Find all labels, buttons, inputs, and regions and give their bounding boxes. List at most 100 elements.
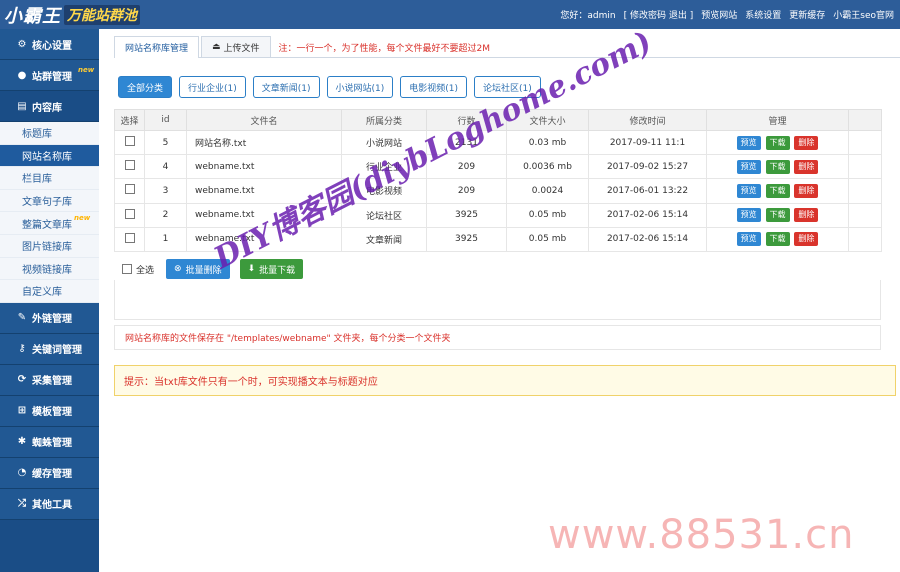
cell-id: 3 (144, 178, 187, 204)
download-button[interactable]: 下载 (765, 135, 790, 150)
tab-bar: 网站名称库管理 ⏏ 上传文件 注：一行一个，为了性能，每个文件最好不要超过2M (114, 36, 900, 58)
col-filename: 文件名 (186, 109, 342, 131)
sidebar-item-label: 站群管理 (32, 71, 72, 83)
tab-site-name-manage[interactable]: 网站名称库管理 (114, 36, 200, 58)
logo[interactable]: 小霸王 万能站群池 (0, 0, 190, 29)
select-all-checkbox[interactable] (122, 264, 132, 274)
row-checkbox[interactable] (124, 208, 135, 219)
sidebar-item-core-settings[interactable]: ⚙ 核心设置 (0, 29, 99, 60)
category-video[interactable]: 电影视频(1) (400, 76, 468, 98)
update-cache-link[interactable]: 更新缓存 (789, 8, 825, 21)
sidebar-item-site-group[interactable]: ● 站群管理 new (0, 60, 99, 91)
col-manage: 管理 (706, 109, 849, 131)
delete-button[interactable]: 删除 (794, 135, 819, 150)
sidebar-item-collect[interactable]: ⟳ 采集管理 (0, 364, 99, 396)
sidebar-subitem-site-name-library[interactable]: 网站名称库 (0, 144, 99, 168)
cell-category: 电影视频 (341, 178, 427, 204)
cell-filename: webname.txt (186, 178, 342, 204)
bulk-download-label: 批量下载 (259, 265, 296, 276)
preview-button[interactable]: 预览 (736, 208, 761, 223)
sidebar-item-label: 缓存管理 (32, 469, 72, 481)
preview-site-link[interactable]: 预览网站 (701, 8, 737, 21)
sidebar-subitem-image-link-library[interactable]: 图片链接库 (0, 234, 99, 258)
sidebar-subitem-custom-library[interactable]: 自定义库 (0, 280, 99, 303)
tab-upload-file[interactable]: ⏏ 上传文件 (201, 36, 271, 57)
sidebar-item-keywords[interactable]: ⚷ 关键词管理 (0, 333, 99, 365)
category-news[interactable]: 文章新闻(1) (252, 76, 320, 98)
sidebar-item-cache[interactable]: ◔ 缓存管理 (0, 457, 99, 489)
sidebar-item-label: 其他工具 (32, 500, 72, 512)
preview-button[interactable]: 预览 (736, 183, 761, 198)
bulk-download-button[interactable]: ⬇ 批量下载 (239, 259, 304, 279)
system-settings-link[interactable]: 系统设置 (745, 8, 781, 21)
col-lines: 行数 (426, 109, 507, 131)
delete-button[interactable]: 删除 (794, 208, 819, 223)
storage-info: 网站名称库的文件保存在 "/templates/webname" 文件夹，每个分… (114, 325, 881, 350)
sidebar-item-spider[interactable]: ✱ 蜘蛛管理 (0, 426, 99, 458)
download-button[interactable]: 下载 (765, 183, 790, 198)
download-button[interactable]: 下载 (765, 208, 790, 223)
download-button[interactable]: 下载 (765, 232, 790, 247)
download-button[interactable]: 下载 (765, 159, 790, 174)
delete-button[interactable]: 删除 (794, 232, 819, 247)
row-checkbox[interactable] (124, 232, 135, 243)
row-checkbox[interactable] (124, 160, 135, 171)
sidebar-item-label: 内容库 (32, 102, 62, 114)
sidebar-subitem-sentence-library[interactable]: 文章句子库 (0, 189, 99, 213)
delete-button[interactable]: 删除 (794, 159, 819, 174)
cell-actions: 预览 下载 删除 (706, 154, 849, 180)
row-checkbox[interactable] (124, 136, 135, 147)
preview-button[interactable]: 预览 (736, 135, 761, 150)
table-row: 5 网站名称.txt 小说网站 2131 0.03 mb 2017-09-11 … (114, 129, 882, 156)
bulk-delete-button[interactable]: ⊗ 批量删除 (166, 259, 230, 279)
official-site-link[interactable]: 小霸王seo官网 (833, 8, 894, 21)
sidebar-item-templates[interactable]: ⊞ 模板管理 (0, 395, 99, 427)
preview-button[interactable]: 预览 (736, 159, 761, 174)
sidebar-item-outlink[interactable]: ✎ 外链管理 (0, 302, 99, 334)
link-icon: ✎ (17, 312, 27, 324)
android-icon: ✱ (17, 436, 27, 448)
sidebar-subitem-title-library[interactable]: 标题库 (0, 122, 99, 145)
tab-note: 注：一行一个，为了性能，每个文件最好不要超过2M (278, 43, 491, 54)
cell-id: 1 (144, 226, 187, 252)
category-all[interactable]: 全部分类 (118, 76, 173, 98)
category-forum[interactable]: 论坛社区(1) (474, 76, 541, 98)
col-id: id (144, 109, 187, 131)
change-password-logout-link[interactable]: [ 修改密码 退出 ] (624, 8, 694, 21)
select-all-label[interactable]: 全选 (136, 263, 154, 276)
cell-actions: 预览 下载 删除 (706, 202, 849, 228)
cell-size: 0.03 mb (506, 129, 589, 156)
download-icon: ⬇ (247, 264, 256, 274)
col-empty (848, 109, 882, 131)
cell-modified: 2017-02-06 15:14 (588, 202, 707, 228)
delete-button[interactable]: 删除 (794, 183, 819, 198)
logo-main-text: 小霸王 (4, 5, 61, 27)
col-select: 选择 (114, 109, 145, 131)
row-checkbox[interactable] (124, 184, 135, 195)
cell-actions: 预览 下载 删除 (706, 129, 849, 156)
windows-icon: ⊞ (17, 405, 27, 417)
cell-category: 论坛社区 (341, 202, 427, 228)
sidebar-subitem-article-library[interactable]: 整篇文章库 new (0, 212, 99, 235)
new-badge: new (78, 66, 95, 74)
sidebar-item-content-library[interactable]: ▤ 内容库 (0, 91, 99, 122)
cell-filename: webname.txt (186, 154, 342, 180)
category-industry[interactable]: 行业企业(1) (179, 76, 246, 98)
cell-lines: 209 (426, 154, 507, 180)
category-novel[interactable]: 小说网站(1) (326, 76, 394, 98)
file-table: 选择 id 文件名 所属分类 行数 文件大小 修改时间 管理 5 网站名称.tx… (114, 109, 882, 252)
cell-size: 0.0024 (506, 178, 589, 204)
cell-modified: 2017-09-02 15:27 (588, 154, 707, 180)
sidebar-subitem-label: 整篇文章库 (22, 219, 72, 231)
cell-lines: 3925 (426, 226, 507, 252)
sidebar-subitem-video-link-library[interactable]: 视频链接库 (0, 257, 99, 281)
sidebar-item-other-tools[interactable]: ⤮ 其他工具 (0, 488, 99, 520)
preview-button[interactable]: 预览 (736, 232, 761, 247)
close-circle-icon: ⊗ (174, 264, 182, 274)
cell-modified: 2017-02-06 15:14 (588, 226, 707, 252)
sidebar-subitem-column-library[interactable]: 栏目库 (0, 167, 99, 190)
bulk-actions: 全选 ⊗ 批量删除 ⬇ 批量下载 (122, 259, 313, 279)
cell-id: 4 (144, 154, 187, 180)
sidebar-item-label: 外链管理 (32, 314, 72, 326)
sidebar: ⚙ 核心设置 ● 站群管理 new ▤ 内容库 标题库 网站名称库 栏目库 文章… (0, 29, 99, 572)
